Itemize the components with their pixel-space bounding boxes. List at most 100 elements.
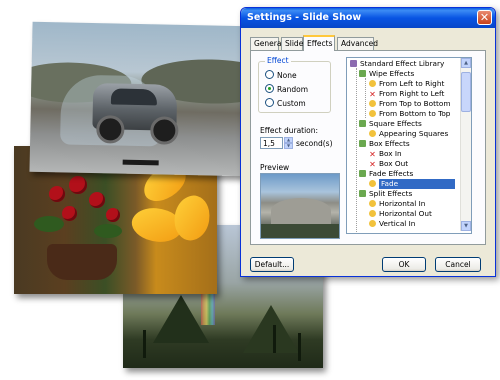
- duration-unit-label: second(s): [296, 139, 333, 148]
- x-icon: ✕: [369, 90, 376, 99]
- tree-item-folder[interactable]: Fade Effects: [359, 169, 413, 179]
- radio-label: None: [277, 71, 297, 80]
- tree-item-folder[interactable]: Square Effects: [359, 119, 422, 129]
- default-button[interactable]: Default...: [250, 257, 294, 272]
- radio-button[interactable]: [265, 98, 274, 107]
- tree-item-effect[interactable]: Vertical In: [369, 219, 415, 229]
- tree-item-folder[interactable]: Split Effects: [359, 189, 412, 199]
- effect-duration-label: Effect duration:: [260, 126, 319, 135]
- star-icon: [369, 100, 376, 107]
- preview-image: [260, 173, 340, 239]
- scroll-thumb[interactable]: [461, 72, 471, 112]
- preview-trees: [261, 224, 339, 238]
- settings-dialog: Settings - Slide Show ✕ General Slide Ef…: [240, 7, 496, 277]
- dialog-title-bar: Settings - Slide Show ✕: [241, 8, 495, 28]
- tab-effects[interactable]: Effects: [303, 35, 335, 51]
- tab-label: Slide: [285, 39, 304, 48]
- folder-icon: [359, 120, 366, 127]
- star-icon: [369, 200, 376, 207]
- preview-label: Preview: [260, 163, 290, 172]
- tree-item-label: Box In: [379, 149, 402, 158]
- ok-button[interactable]: OK: [382, 257, 426, 272]
- tree-item-label: Square Effects: [369, 119, 422, 128]
- radio-label: Random: [277, 85, 309, 94]
- tree-item-label: Fade Effects: [369, 169, 414, 178]
- tree-item-effect[interactable]: Horizontal In: [369, 199, 425, 209]
- tree-item-label: Box Out: [379, 159, 409, 168]
- radio-label: Custom: [277, 99, 306, 108]
- red-flower: [106, 208, 120, 222]
- radio-button-selected[interactable]: [265, 84, 274, 93]
- tree-item-effect[interactable]: ✕ Box In: [369, 149, 402, 159]
- close-icon: ✕: [479, 11, 490, 24]
- tab-label: General: [254, 39, 284, 48]
- red-flower: [69, 176, 87, 194]
- photo-caption-bar: [122, 159, 159, 166]
- x-icon: ✕: [369, 160, 376, 169]
- tree-item-effect[interactable]: Appearing Squares: [369, 129, 448, 139]
- spin-down-button[interactable]: ▼: [284, 143, 293, 149]
- palm-tree: [273, 325, 276, 353]
- library-icon: [350, 60, 357, 67]
- radio-button[interactable]: [265, 70, 274, 79]
- tab-advanced[interactable]: Advanced: [337, 37, 378, 50]
- tree-item-label: Box Effects: [369, 139, 410, 148]
- tab-label: Effects: [307, 39, 333, 48]
- preview-cliff: [271, 198, 331, 224]
- tree-guide-line: [356, 68, 357, 232]
- x-icon: ✕: [369, 150, 376, 159]
- tree-item-library[interactable]: Standard Effect Library: [350, 59, 444, 69]
- star-icon: [369, 180, 376, 187]
- tree-scrollbar[interactable]: ▲ ▼: [460, 58, 471, 231]
- tree-item-effect[interactable]: From Top to Bottom: [369, 99, 450, 109]
- flower-pot: [47, 244, 117, 280]
- folder-icon: [359, 70, 366, 77]
- car-wheel: [150, 116, 179, 145]
- red-flower: [49, 186, 65, 202]
- tab-label: Advanced: [341, 39, 379, 48]
- scroll-up-button[interactable]: ▲: [461, 58, 471, 68]
- star-icon: [369, 80, 376, 87]
- tree-item-label: Horizontal In: [379, 199, 426, 208]
- tree-guide-line: [365, 78, 366, 118]
- tree-item-label: Standard Effect Library: [360, 59, 445, 68]
- mountain-peak: [243, 305, 299, 353]
- tree-item-effect-selected[interactable]: Fade: [369, 179, 455, 189]
- red-flower: [89, 192, 105, 208]
- tree-item-effect[interactable]: From Left to Right: [369, 79, 444, 89]
- folder-icon: [359, 140, 366, 147]
- tree-item-effect[interactable]: ✕ Box Out: [369, 159, 408, 169]
- tree-item-label: Horizontal Out: [379, 209, 432, 218]
- palm-tree: [298, 333, 301, 361]
- scroll-down-button[interactable]: ▼: [461, 221, 471, 231]
- duration-spinner: ▲ ▼: [284, 137, 293, 149]
- cancel-button[interactable]: Cancel: [435, 257, 481, 272]
- tree-item-effect[interactable]: Horizontal Out: [369, 209, 432, 219]
- tree-item-label: Wipe Effects: [369, 69, 415, 78]
- tree-item-effect[interactable]: From Bottom to Top: [369, 109, 450, 119]
- tree-item-folder[interactable]: Box Effects: [359, 139, 410, 149]
- leaf: [34, 216, 64, 232]
- tab-general[interactable]: General: [250, 37, 284, 50]
- radio-none[interactable]: None: [265, 70, 297, 80]
- star-icon: [369, 110, 376, 117]
- tree-item-label: From Bottom to Top: [379, 109, 451, 118]
- tree-item-label: From Left to Right: [379, 79, 445, 88]
- tree-item-effect[interactable]: ✕ From Right to Left: [369, 89, 444, 99]
- duration-input[interactable]: 1,5: [260, 137, 283, 149]
- radio-custom[interactable]: Custom: [265, 98, 306, 108]
- car-window: [110, 88, 158, 106]
- radio-random[interactable]: Random: [265, 84, 308, 94]
- leaf: [94, 224, 122, 238]
- tab-slide[interactable]: Slide: [281, 37, 303, 50]
- folder-icon: [359, 190, 366, 197]
- star-icon: [369, 220, 376, 227]
- star-icon: [369, 130, 376, 137]
- effects-panel: Effect None Random Custom Effect duratio…: [250, 50, 486, 245]
- effect-tree[interactable]: Standard Effect Library Wipe Effects Fro…: [346, 57, 472, 234]
- dialog-title: Settings - Slide Show: [247, 12, 362, 23]
- photo-car: [29, 21, 249, 177]
- tree-item-label: Appearing Squares: [379, 129, 449, 138]
- close-button[interactable]: ✕: [477, 10, 492, 25]
- tree-item-folder[interactable]: Wipe Effects: [359, 69, 414, 79]
